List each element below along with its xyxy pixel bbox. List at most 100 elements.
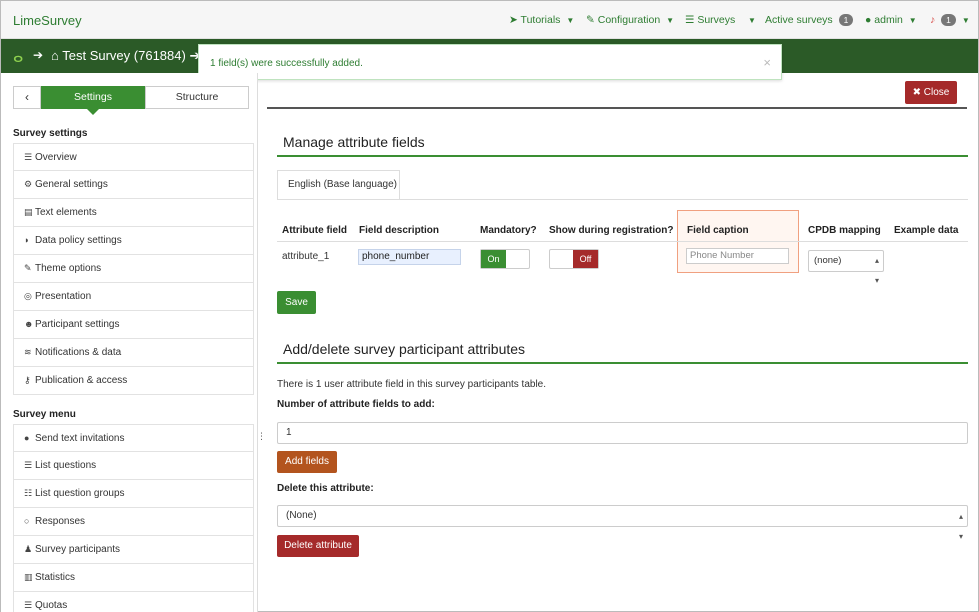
sidebar-item-presentation[interactable]: ◎ Presentation xyxy=(13,283,254,311)
nav-notifications[interactable]: ♪ 1 ▼ xyxy=(930,14,970,26)
sidebar-item-label: Text elements xyxy=(35,207,97,218)
num-fields-input[interactable]: 1 xyxy=(277,422,968,444)
col-attribute-field: Attribute field xyxy=(282,225,347,236)
tab-underline xyxy=(277,199,968,200)
nav-surveys[interactable]: ☰ Surveys xyxy=(685,14,735,26)
sidebar-item-send-text-invitations[interactable]: ● Send text invitations xyxy=(13,424,254,452)
title-underline xyxy=(277,155,968,157)
col-example-data: Example data xyxy=(894,225,959,236)
sidebar-item-label: Theme options xyxy=(35,263,102,274)
close-button[interactable]: ✖ Close xyxy=(905,81,957,104)
nav-active-surveys[interactable]: Active surveys 1 xyxy=(765,14,854,26)
attribute-name: attribute_1 xyxy=(282,251,330,262)
nav-tutorials-label: Tutorials xyxy=(520,14,561,26)
caret-down-icon: ▼ xyxy=(908,16,917,25)
comment-icon: ● xyxy=(24,433,30,443)
survey-title-breadcrumb[interactable]: ⌂ Test Survey (761884) ➔ xyxy=(51,48,200,64)
tab-structure[interactable]: Structure xyxy=(145,86,249,109)
limesurvey-logo-icon[interactable]: ⴰ xyxy=(13,47,23,67)
close-button-label: Close xyxy=(923,87,950,98)
gears-icon: ⚙ xyxy=(24,179,33,189)
sidebar-item-label: List question groups xyxy=(35,488,125,499)
sidebar-item-label: Responses xyxy=(35,516,86,527)
survey-title: Test Survey (761884) xyxy=(62,48,186,63)
sidebar-item-label: Presentation xyxy=(35,291,92,302)
chevron-left-icon: ‹ xyxy=(25,90,29,104)
active-surveys-badge: 1 xyxy=(838,14,854,26)
list-icon: ☰ xyxy=(24,460,33,470)
manage-attributes-title: Manage attribute fields xyxy=(283,134,425,150)
close-icon: ✖ xyxy=(912,87,922,98)
caret-down-icon: ▼ xyxy=(566,16,575,25)
alert-message: 1 field(s) were successfully added. xyxy=(210,58,363,69)
sidebar-item-theme-options[interactable]: ✎ Theme options xyxy=(13,255,254,283)
sidebar-item-text-elements[interactable]: ▤ Text elements xyxy=(13,199,254,227)
sidebar-item-label: Survey participants xyxy=(35,544,121,555)
attribute-info-text: There is 1 user attribute field in this … xyxy=(277,379,547,390)
toggle-on-label: On xyxy=(481,250,506,268)
sidebar-item-quotas[interactable]: ☰ Quotas xyxy=(13,592,254,612)
arrow-right-icon: ➔ xyxy=(33,48,44,62)
th-list-icon: ☷ xyxy=(24,488,33,498)
col-mandatory: Mandatory? xyxy=(480,225,537,236)
nav-configuration-label: Configuration xyxy=(597,14,661,26)
shield-icon: ◗ xyxy=(24,235,30,245)
mandatory-toggle[interactable]: On xyxy=(480,249,530,269)
sidebar-item-general-settings[interactable]: ⚙ General settings xyxy=(13,171,254,199)
bar-chart-icon: ▥ xyxy=(24,572,33,582)
sidebar-item-responses[interactable]: ○ Responses xyxy=(13,508,254,536)
cpdb-mapping-value: (none) xyxy=(814,255,842,266)
rocket-icon: ➤ xyxy=(509,14,518,26)
survey-settings-title: Survey settings xyxy=(13,128,88,139)
sidebar-item-label: Overview xyxy=(35,152,77,163)
sidebar-item-list-questions[interactable]: ☰ List questions xyxy=(13,452,254,480)
delete-attribute-select[interactable]: (None) ▴ ▾ xyxy=(277,505,968,541)
select-arrows-icon: ▴ ▾ xyxy=(874,256,879,285)
field-caption-input[interactable]: Phone Number xyxy=(686,248,789,264)
comment-outline-icon: ○ xyxy=(24,516,30,526)
table-header-divider xyxy=(277,241,968,242)
top-divider xyxy=(267,107,967,109)
list-icon: ☰ xyxy=(24,600,33,610)
col-show-registration: Show during registration? xyxy=(549,225,674,236)
nav-admin[interactable]: ● admin ▼ xyxy=(865,14,917,26)
sidebar-item-list-question-groups[interactable]: ☷ List question groups xyxy=(13,480,254,508)
file-text-icon: ▤ xyxy=(24,207,33,217)
bell-icon: ♪ xyxy=(930,14,936,26)
sidebar-item-notifications-data[interactable]: ≋ Notifications & data xyxy=(13,339,254,367)
caret-down-icon: ▼ xyxy=(961,16,970,25)
brand-logo[interactable]: LimeSurvey xyxy=(13,13,82,28)
nav-surveys-caret[interactable]: ▼ xyxy=(745,14,756,26)
toggle-off-label: Off xyxy=(573,250,598,268)
nav-active-surveys-label: Active surveys xyxy=(765,14,833,26)
save-button[interactable]: Save xyxy=(277,291,316,314)
show-registration-toggle[interactable]: Off xyxy=(549,249,599,269)
field-description-input[interactable]: phone_number xyxy=(358,249,461,265)
list-icon: ☰ xyxy=(685,14,695,26)
add-delete-attributes-title: Add/delete survey participant attributes xyxy=(283,341,526,357)
delete-attribute-button[interactable]: Delete attribute xyxy=(277,535,359,557)
nav-tutorials[interactable]: ➤ Tutorials ▼ xyxy=(509,14,574,26)
tab-english-base[interactable]: English (Base language) xyxy=(277,170,400,199)
wrench-icon: ✎ xyxy=(586,14,595,26)
sidebar-item-label: Notifications & data xyxy=(35,347,122,358)
close-icon[interactable]: × xyxy=(763,55,771,70)
sidebar-back-button[interactable]: ‹ xyxy=(13,86,41,109)
add-fields-button[interactable]: Add fields xyxy=(277,451,337,473)
sidebar-item-survey-participants[interactable]: ♟ Survey participants xyxy=(13,536,254,564)
user-icon: ♟ xyxy=(24,544,33,554)
sidebar-item-participant-settings[interactable]: ☻ Participant settings xyxy=(13,311,254,339)
sidebar-item-overview[interactable]: ☰ Overview xyxy=(13,143,254,171)
delete-attribute-value: (None) xyxy=(286,510,317,521)
sidebar-item-label: Publication & access xyxy=(35,375,128,386)
sidebar-item-statistics[interactable]: ▥ Statistics xyxy=(13,564,254,592)
sidebar-item-label: Send text invitations xyxy=(35,433,125,444)
nav-configuration[interactable]: ✎ Configuration ▼ xyxy=(586,14,674,26)
sidebar-item-publication-access[interactable]: ⚷ Publication & access xyxy=(13,367,254,395)
title-underline xyxy=(277,362,968,364)
col-field-description: Field description xyxy=(359,225,440,236)
tab-settings[interactable]: Settings xyxy=(41,86,145,109)
delete-attribute-label: Delete this attribute: xyxy=(277,483,374,494)
cpdb-mapping-select[interactable]: (none) ▴ ▾ xyxy=(808,250,884,285)
sidebar-item-data-policy-settings[interactable]: ◗ Data policy settings xyxy=(13,227,254,255)
